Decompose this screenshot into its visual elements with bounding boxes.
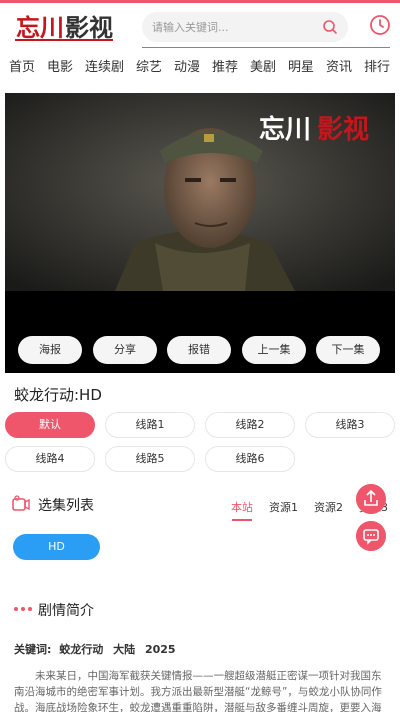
route-5[interactable]: 线路5	[105, 446, 195, 472]
message-icon[interactable]	[356, 521, 386, 551]
route-default[interactable]: 默认	[5, 412, 95, 438]
search-box[interactable]: 请输入关键词...	[142, 12, 348, 42]
route-4[interactable]: 线路4	[5, 446, 95, 472]
nav-item-movies[interactable]: 电影	[47, 56, 73, 75]
route-3[interactable]: 线路3	[305, 412, 395, 438]
nav-item-recommend[interactable]: 推荐	[212, 56, 238, 75]
route-1[interactable]: 线路1	[105, 412, 195, 438]
brand-logo[interactable]: 忘川 影视	[14, 11, 114, 43]
keywords-line: 关键词: 蛟龙行动 大陆 2025	[14, 641, 176, 657]
keywords-label: 关键词:	[14, 643, 52, 656]
source-tab-2[interactable]: 资源2	[314, 499, 343, 515]
next-episode-button[interactable]: 下一集	[316, 336, 380, 364]
nav-item-ranking[interactable]: 排行	[364, 56, 390, 75]
watermark-logo: 忘川 影视	[259, 114, 369, 144]
player-controls: 海报 分享 报错 上一集 下一集	[5, 336, 395, 366]
episode-button-hd[interactable]: HD	[13, 534, 100, 560]
header: 忘川 影视 请输入关键词...	[0, 3, 400, 48]
previous-episode-button[interactable]: 上一集	[242, 336, 306, 364]
route-2[interactable]: 线路2	[205, 412, 295, 438]
report-error-button[interactable]: 报错	[167, 336, 231, 364]
video-title: 蛟龙行动:HD	[14, 386, 102, 404]
svg-text:忘川: 忘川	[16, 14, 64, 42]
share-button[interactable]: 分享	[93, 336, 157, 364]
nav-item-series[interactable]: 连续剧	[85, 56, 124, 75]
keyword-year[interactable]: 2025	[145, 643, 176, 656]
category-nav: 首页 电影 连续剧 综艺 动漫 推荐 美剧 明星 资讯 排行	[0, 52, 400, 78]
nav-item-stars[interactable]: 明星	[288, 56, 314, 75]
nav-item-news[interactable]: 资讯	[326, 56, 352, 75]
search-underline	[142, 47, 390, 48]
nav-item-anime[interactable]: 动漫	[174, 56, 200, 75]
search-icon[interactable]	[322, 19, 338, 35]
svg-text:忘川: 忘川	[259, 114, 311, 144]
source-tab-1[interactable]: 资源1	[269, 499, 298, 515]
svg-text:影视: 影视	[65, 14, 113, 42]
nav-item-home[interactable]: 首页	[9, 56, 35, 75]
route-6[interactable]: 线路6	[205, 446, 295, 472]
episode-list-title: 选集列表	[38, 498, 94, 514]
search-input[interactable]: 请输入关键词...	[152, 19, 229, 35]
nav-item-variety[interactable]: 综艺	[136, 56, 162, 75]
intro-dots-icon	[14, 607, 32, 611]
keyword-title[interactable]: 蛟龙行动	[59, 643, 103, 656]
history-clock-icon[interactable]	[369, 14, 391, 36]
video-player[interactable]: 忘川 影视 海报 分享 报错 上一集 下一集	[5, 93, 395, 373]
keyword-region[interactable]: 大陆	[113, 643, 135, 656]
share-icon[interactable]	[356, 484, 386, 514]
nav-item-us-drama[interactable]: 美剧	[250, 56, 276, 75]
poster-button[interactable]: 海报	[18, 336, 82, 364]
svg-text:影视: 影视	[317, 115, 369, 144]
source-tab-indicator	[232, 519, 252, 521]
plot-summary: 未来某日，中国海军截获关键情报——一艘超级潜艇正密谋一项针对我国东南沿海城市的绝…	[14, 670, 382, 712]
episode-list-icon	[12, 495, 30, 511]
intro-title: 剧情简介	[38, 603, 94, 619]
source-tab-local[interactable]: 本站	[231, 499, 253, 515]
